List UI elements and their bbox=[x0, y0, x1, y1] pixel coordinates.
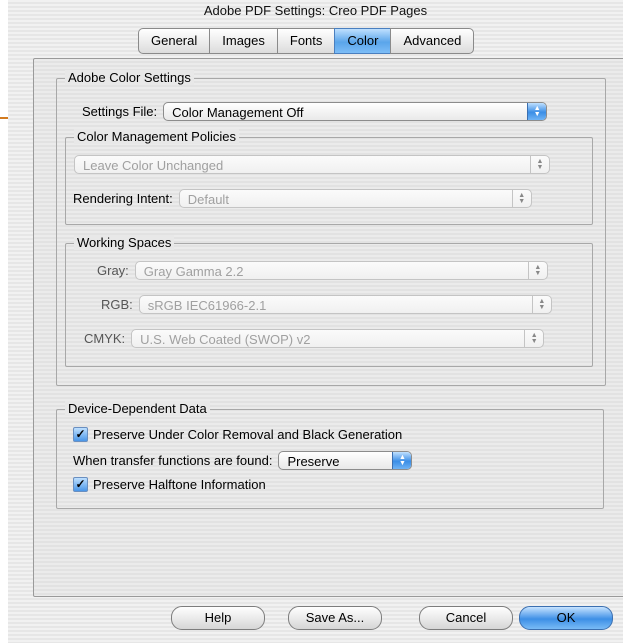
halftone-label: Preserve Halftone Information bbox=[93, 477, 266, 492]
popup-arrows-icon: ▲ ▼ bbox=[392, 452, 412, 469]
rendering-intent-row: Rendering Intent: Default ▲ ▼ bbox=[73, 189, 532, 208]
policy-row: Leave Color Unchanged ▲ ▼ bbox=[74, 155, 550, 174]
window-title: Adobe PDF Settings: Creo PDF Pages bbox=[203, 3, 428, 18]
ucr-label: Preserve Under Color Removal and Black G… bbox=[93, 427, 403, 442]
pdf-settings-dialog: Adobe PDF Settings: Creo PDF Pages Gener… bbox=[8, 0, 623, 643]
tab-images[interactable]: Images bbox=[209, 28, 277, 54]
transfer-functions-value: Preserve bbox=[287, 454, 340, 469]
popup-arrows-icon: ▲ ▼ bbox=[524, 330, 543, 347]
halftone-row: ✓ Preserve Halftone Information bbox=[73, 477, 272, 492]
cmyk-space-value: U.S. Web Coated (SWOP) v2 bbox=[140, 332, 311, 347]
tab-bar: General Images Fonts Color Advanced bbox=[138, 28, 475, 54]
group-title: Device-Dependent Data bbox=[65, 401, 210, 416]
transfer-row: When transfer functions are found: Prese… bbox=[73, 451, 413, 470]
adobe-color-settings-group: Adobe Color Settings Settings File: Colo… bbox=[56, 70, 606, 386]
cmyk-row: CMYK: U.S. Web Coated (SWOP) v2 ▲ ▼ bbox=[84, 329, 545, 348]
color-management-policies-group: Color Management Policies Leave Color Un… bbox=[65, 129, 593, 225]
rgb-space-popup[interactable]: sRGB IEC61966-2.1 ▲ ▼ bbox=[138, 295, 552, 314]
settings-file-label: Settings File: bbox=[82, 104, 158, 119]
device-dependent-data-group: Device-Dependent Data ✓ Preserve Under C… bbox=[56, 401, 604, 509]
help-button[interactable]: Help bbox=[171, 606, 265, 630]
tab-color[interactable]: Color bbox=[334, 28, 391, 54]
cmyk-space-popup[interactable]: U.S. Web Coated (SWOP) v2 ▲ ▼ bbox=[131, 329, 545, 348]
rgb-label: RGB: bbox=[101, 297, 133, 312]
popup-arrows-icon: ▲ ▼ bbox=[527, 262, 547, 279]
settings-file-row: Settings File: Color Management Off ▲ ▼ bbox=[82, 102, 548, 121]
color-policy-value: Leave Color Unchanged bbox=[83, 158, 224, 173]
rgb-row: RGB: sRGB IEC61966-2.1 ▲ ▼ bbox=[101, 295, 552, 314]
gray-row: Gray: Gray Gamma 2.2 ▲ ▼ bbox=[97, 261, 548, 280]
rendering-intent-popup[interactable]: Default ▲ ▼ bbox=[178, 189, 532, 208]
tab-advanced[interactable]: Advanced bbox=[390, 28, 475, 54]
rendering-intent-value: Default bbox=[187, 192, 229, 207]
tab-fonts[interactable]: Fonts bbox=[276, 28, 335, 54]
settings-file-popup[interactable]: Color Management Off ▲ ▼ bbox=[163, 102, 548, 121]
group-title: Adobe Color Settings bbox=[65, 70, 194, 85]
rendering-intent-label: Rendering Intent: bbox=[73, 191, 173, 206]
transfer-label: When transfer functions are found: bbox=[73, 453, 273, 468]
group-title: Working Spaces bbox=[74, 235, 175, 250]
settings-file-value: Color Management Off bbox=[172, 105, 304, 120]
popup-arrows-icon: ▲ ▼ bbox=[511, 190, 531, 207]
gray-space-value: Gray Gamma 2.2 bbox=[143, 264, 244, 279]
popup-arrows-icon: ▲ ▼ bbox=[530, 156, 549, 173]
ok-button[interactable]: OK bbox=[519, 606, 613, 630]
transfer-functions-popup[interactable]: Preserve ▲ ▼ bbox=[278, 451, 413, 470]
popup-arrows-icon: ▲ ▼ bbox=[531, 296, 551, 313]
halftone-checkbox[interactable]: ✓ bbox=[73, 477, 88, 492]
cancel-button[interactable]: Cancel bbox=[419, 606, 513, 630]
group-title: Color Management Policies bbox=[74, 129, 239, 144]
ucr-checkbox[interactable]: ✓ bbox=[73, 427, 88, 442]
save-as-button[interactable]: Save As... bbox=[288, 606, 382, 630]
cmyk-label: CMYK: bbox=[84, 331, 126, 346]
popup-arrows-icon: ▲ ▼ bbox=[527, 103, 547, 120]
ucr-row: ✓ Preserve Under Color Removal and Black… bbox=[73, 427, 408, 442]
working-spaces-group: Working Spaces Gray: Gray Gamma 2.2 ▲ ▼ R… bbox=[65, 235, 593, 367]
color-policy-popup[interactable]: Leave Color Unchanged ▲ ▼ bbox=[74, 155, 550, 174]
rgb-space-value: sRGB IEC61966-2.1 bbox=[147, 298, 267, 313]
gray-space-popup[interactable]: Gray Gamma 2.2 ▲ ▼ bbox=[134, 261, 548, 280]
tab-general[interactable]: General bbox=[138, 28, 210, 54]
tab-content-panel: Adobe Color Settings Settings File: Colo… bbox=[33, 58, 623, 597]
gray-label: Gray: bbox=[97, 263, 129, 278]
